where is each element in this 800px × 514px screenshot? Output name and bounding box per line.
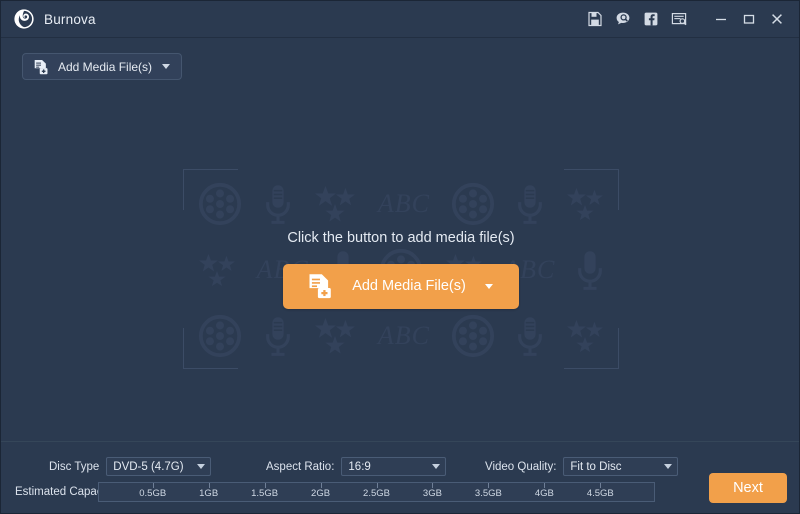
next-button[interactable]: Next xyxy=(709,473,787,503)
feedback-icon[interactable] xyxy=(671,11,687,27)
capacity-tick-label: 3.5GB xyxy=(474,488,502,499)
capacity-tick-label: 4GB xyxy=(534,488,554,499)
aspect-ratio-field: Aspect Ratio: 16:9 xyxy=(266,457,447,476)
close-button[interactable] xyxy=(769,11,785,27)
app-title: Burnova xyxy=(44,11,96,27)
titlebar-tools xyxy=(587,11,785,27)
video-quality-field: Video Quality: Fit to Disc xyxy=(485,457,679,476)
burnova-window: Burnova Add Media File(s) ABC ABC ABC Cl… xyxy=(0,0,800,514)
dropzone-hint: Click the button to add media file(s) xyxy=(287,229,515,246)
add-media-files-primary-label: Add Media File(s) xyxy=(352,278,466,294)
settings-row: Disc Type DVD-5 (4.7G) Aspect Ratio: 16:… xyxy=(1,457,799,479)
aspect-ratio-select[interactable]: 16:9 xyxy=(341,457,447,476)
maximize-button[interactable] xyxy=(741,11,757,27)
estimated-capacity-ruler: 0.5GB 1GB 1.5GB 2GB 2.5GB 3GB 3.5GB 4GB 4.5GB xyxy=(98,482,655,502)
chevron-down-icon xyxy=(197,464,206,469)
bottom-bar: Disc Type DVD-5 (4.7G) Aspect Ratio: 16:… xyxy=(1,441,799,513)
chevron-down-icon[interactable] xyxy=(484,283,493,289)
toolbar: Add Media File(s) xyxy=(1,38,799,94)
facebook-icon[interactable] xyxy=(643,11,659,27)
add-media-files-primary-button[interactable]: Add Media File(s) xyxy=(283,263,519,309)
capacity-tick-label: 0.5GB xyxy=(139,488,167,499)
chevron-down-icon xyxy=(432,464,441,469)
title-bar: Burnova xyxy=(1,1,799,38)
dropzone-content: Click the button to add media file(s) Ad… xyxy=(183,169,619,369)
video-quality-select[interactable]: Fit to Disc xyxy=(563,457,679,476)
video-quality-label: Video Quality: xyxy=(485,460,557,473)
disc-type-value: DVD-5 (4.7G) xyxy=(113,460,184,473)
register-icon[interactable] xyxy=(587,11,603,27)
minimize-button[interactable] xyxy=(713,11,729,27)
media-dropzone[interactable]: ABC ABC ABC Click the button to add medi… xyxy=(183,169,619,369)
video-quality-value: Fit to Disc xyxy=(570,460,622,473)
capacity-tick-label: 2GB xyxy=(311,488,331,499)
capacity-tick-label: 1.5GB xyxy=(251,488,279,499)
add-media-files-button[interactable]: Add Media File(s) xyxy=(22,53,183,80)
capacity-tick-label: 3GB xyxy=(422,488,442,499)
capacity-tick-label: 1GB xyxy=(199,488,219,499)
disc-type-select[interactable]: DVD-5 (4.7G) xyxy=(106,457,212,476)
capacity-tick-label: 4.5GB xyxy=(586,488,614,499)
aspect-ratio-label: Aspect Ratio: xyxy=(266,460,335,473)
disc-swirl-logo-icon xyxy=(14,9,34,29)
help-search-icon[interactable] xyxy=(615,11,631,27)
aspect-ratio-value: 16:9 xyxy=(348,460,371,473)
work-area: ABC ABC ABC Click the button to add medi… xyxy=(1,94,799,441)
add-media-files-label: Add Media File(s) xyxy=(58,59,153,74)
capacity-tick-label: 2.5GB xyxy=(363,488,390,499)
add-file-icon xyxy=(309,274,331,299)
brand: Burnova xyxy=(13,8,96,30)
disc-type-label: Disc Type xyxy=(49,460,100,473)
chevron-down-icon[interactable] xyxy=(162,64,171,69)
add-file-icon xyxy=(34,59,48,74)
chevron-down-icon xyxy=(664,464,673,469)
disc-type-field: Disc Type DVD-5 (4.7G) xyxy=(49,457,212,476)
